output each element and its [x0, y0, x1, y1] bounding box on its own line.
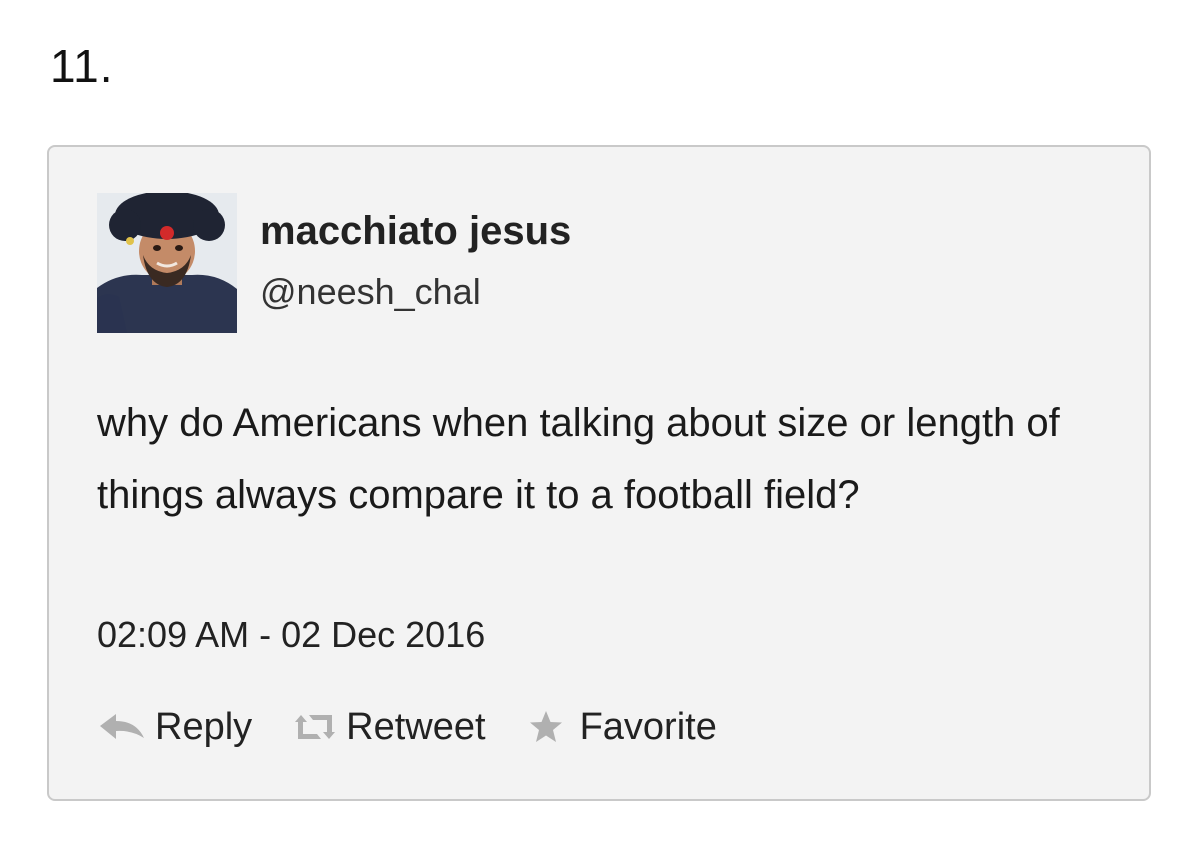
- retweet-label: Retweet: [346, 706, 486, 748]
- display-name[interactable]: macchiato jesus: [260, 207, 571, 255]
- tweet-text: why do Americans when talking about size…: [97, 401, 1060, 517]
- avatar[interactable]: [97, 193, 237, 333]
- reply-arrow-icon: [97, 712, 147, 742]
- favorite-label: Favorite: [579, 706, 717, 748]
- retweet-icon: [290, 712, 340, 742]
- user-handle[interactable]: @neesh_chal: [260, 270, 481, 314]
- reply-label: Reply: [155, 706, 253, 748]
- list-number: 11.: [50, 40, 114, 92]
- page: 11. macchiato jesus @neesh_chal why do A…: [0, 0, 1200, 853]
- tweet-timestamp[interactable]: 02:09 AM - 02 Dec 2016: [97, 613, 485, 657]
- reply-button[interactable]: Reply: [97, 704, 252, 750]
- avatar-image: [97, 193, 237, 333]
- tweet-actions: Reply Retweet Favorite: [97, 702, 717, 752]
- favorite-button[interactable]: Favorite: [524, 704, 717, 750]
- star-icon: [524, 710, 568, 744]
- retweet-button[interactable]: Retweet: [290, 704, 486, 750]
- tweet-card: macchiato jesus @neesh_chal why do Ameri…: [47, 145, 1151, 801]
